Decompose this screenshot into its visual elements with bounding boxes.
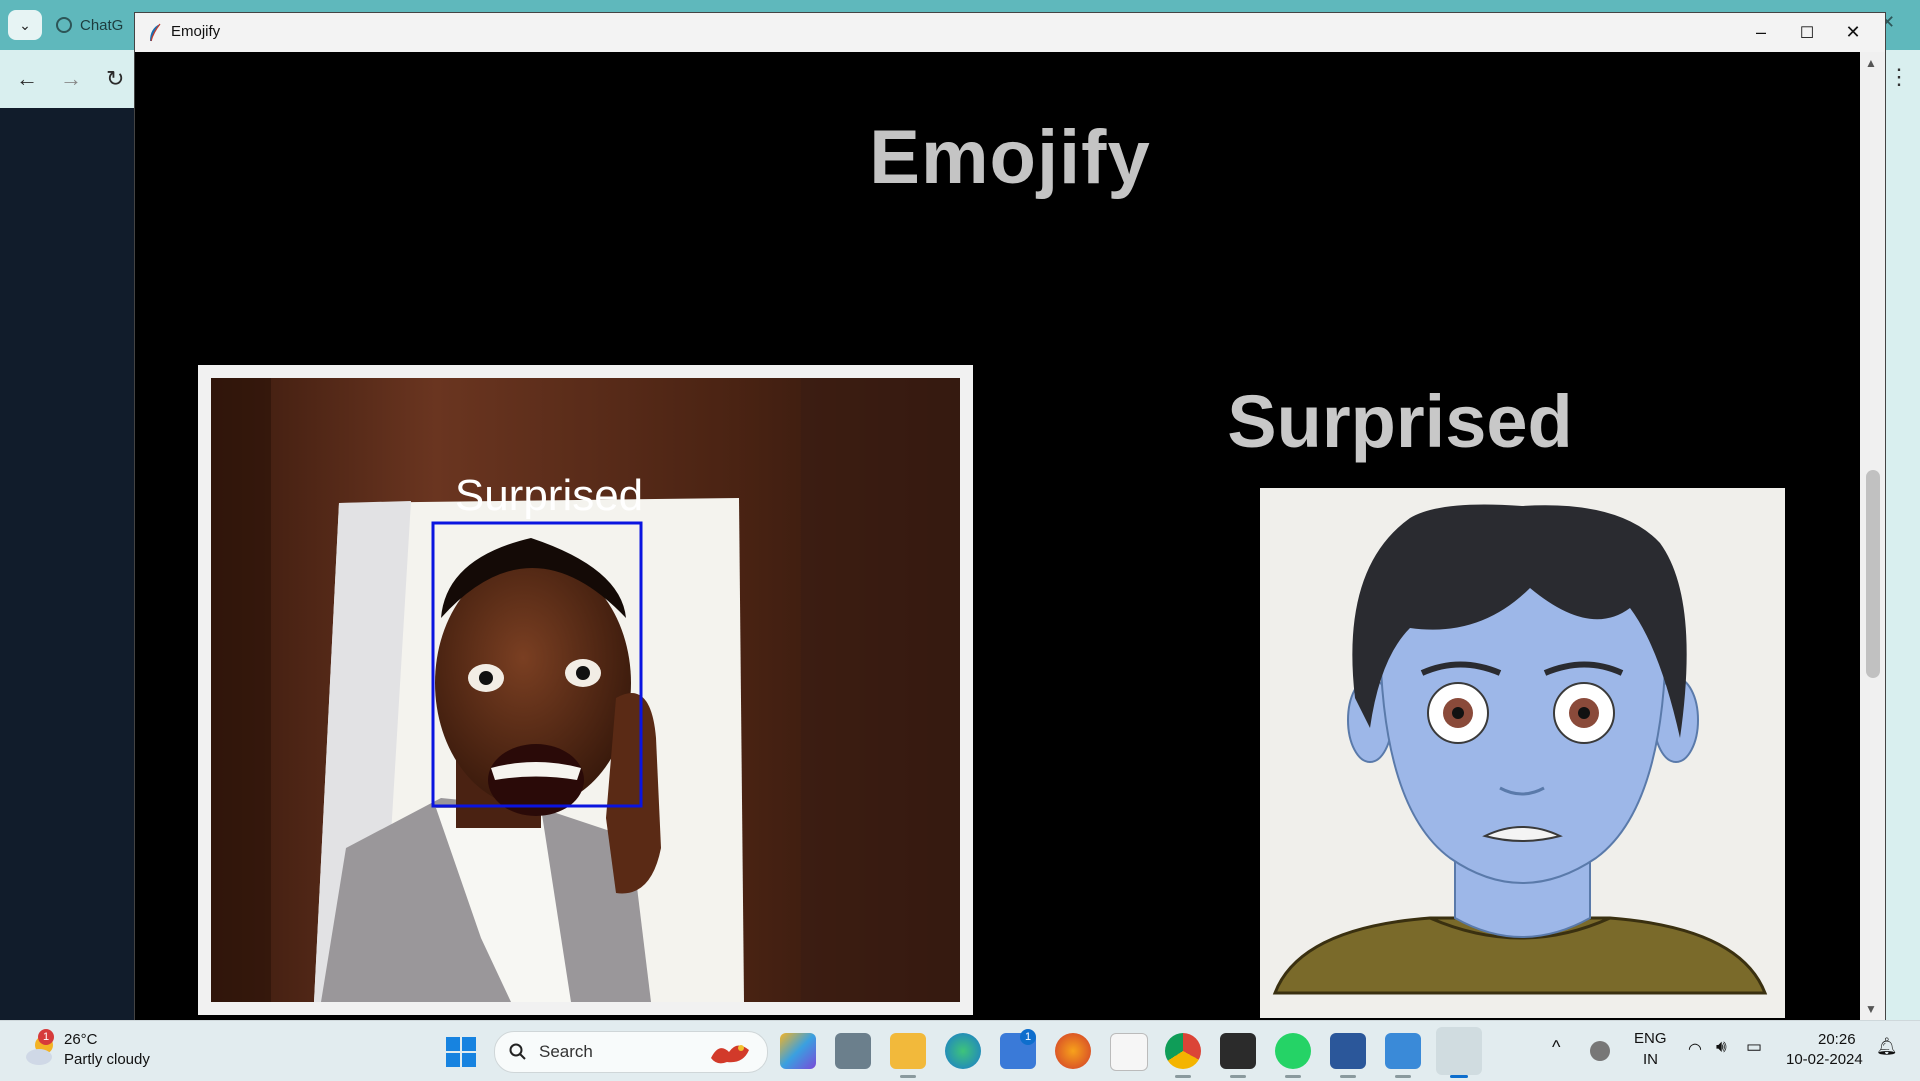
chrome-icon[interactable]	[1165, 1033, 1201, 1069]
tab-search-dropdown-icon[interactable]: ⌄	[8, 10, 42, 40]
clock-date[interactable]: 10-02-2024	[1786, 1051, 1863, 1068]
terminal-icon[interactable]	[1220, 1033, 1256, 1069]
search-icon	[509, 1043, 526, 1060]
browser-tab-chatgpt[interactable]: ChatG	[56, 8, 146, 42]
chrome-running-indicator	[1175, 1075, 1191, 1078]
whatsapp-icon[interactable]	[1275, 1033, 1311, 1069]
file-explorer-icon[interactable]	[890, 1033, 926, 1069]
scroll-down-arrow-icon[interactable]: ▼	[1865, 1002, 1877, 1016]
amazon-icon[interactable]	[1110, 1033, 1148, 1071]
python-app-running-indicator	[1395, 1075, 1411, 1078]
reload-icon[interactable]: ↻	[106, 66, 124, 92]
window-title: Emojify	[171, 23, 221, 40]
back-arrow-icon[interactable]: ←	[16, 66, 38, 92]
scroll-up-arrow-icon[interactable]: ▲	[1865, 56, 1877, 70]
file-explorer-running-indicator	[900, 1075, 916, 1078]
windows-start-icon[interactable]	[446, 1037, 476, 1067]
onedrive-offline-icon[interactable]	[1590, 1041, 1610, 1061]
browser-right-strip	[1885, 50, 1920, 1020]
camera-feed-image: Surprised	[211, 378, 960, 1002]
edge-browser-icon[interactable]	[945, 1033, 981, 1069]
detected-emotion-label: Surprised	[1227, 380, 1573, 463]
camera-feed-frame: Surprised	[198, 365, 973, 1015]
weather-condition[interactable]: Partly cloudy	[64, 1051, 150, 1068]
weather-alert-badge: 1	[38, 1029, 54, 1045]
close-button[interactable]: ✕	[1830, 13, 1876, 52]
clock-time[interactable]: 20:26	[1818, 1031, 1856, 1048]
input-region[interactable]: IN	[1643, 1051, 1658, 1068]
browser-page-sidebar	[0, 108, 135, 1020]
notification-bell-icon[interactable]: 🔔︎	[1876, 1037, 1898, 1057]
emoji-avatar-frame	[1260, 488, 1785, 1018]
minimize-button[interactable]: –	[1738, 13, 1784, 52]
emojify-taskbar-button[interactable]	[1436, 1027, 1482, 1075]
input-language[interactable]: ENG	[1634, 1030, 1667, 1047]
terminal-running-indicator	[1230, 1075, 1246, 1078]
feather-icon	[150, 23, 161, 42]
app-canvas: Emojify Surprised Surprised	[135, 52, 1885, 1020]
browser-tab-label: ChatG	[80, 16, 124, 34]
battery-icon[interactable]: ▭	[1746, 1037, 1762, 1057]
browser-menu-icon[interactable]: ⋮	[1888, 64, 1910, 90]
search-highlight-dragon-icon	[711, 1045, 749, 1064]
chatgpt-favicon-icon	[56, 17, 72, 33]
whatsapp-running-indicator	[1285, 1075, 1301, 1078]
emojify-active-indicator	[1450, 1075, 1468, 1078]
taskbar: 1 26°C Partly cloudy Search 1 ^ ENG IN ◠…	[0, 1020, 1920, 1081]
window-titlebar[interactable]: Emojify – ☐ ✕	[135, 13, 1885, 52]
maximize-button[interactable]: ☐	[1784, 13, 1830, 52]
firefox-icon[interactable]	[1055, 1033, 1091, 1069]
app-heading: Emojify	[869, 115, 1151, 200]
taskbar-search-box[interactable]: Search	[494, 1031, 768, 1073]
word-icon[interactable]	[1330, 1033, 1366, 1069]
show-hidden-icons-chevron-icon[interactable]: ^	[1552, 1037, 1560, 1058]
forward-arrow-icon[interactable]: →	[60, 66, 82, 92]
python-app-icon[interactable]	[1385, 1033, 1421, 1069]
word-running-indicator	[1340, 1075, 1356, 1078]
camera-overlay-label: Surprised	[455, 471, 643, 520]
vertical-scrollbar[interactable]: ▲ ▼	[1860, 52, 1885, 1020]
wifi-icon[interactable]: ◠	[1688, 1039, 1702, 1059]
task-view-icon[interactable]	[835, 1033, 871, 1069]
scroll-thumb[interactable]	[1866, 470, 1880, 678]
search-label: Search	[539, 1042, 593, 1061]
emoji-avatar-image	[1272, 500, 1773, 1006]
volume-icon[interactable]: 🔊︎	[1716, 1037, 1727, 1057]
weather-temperature[interactable]: 26°C	[64, 1031, 98, 1048]
store-notification-badge: 1	[1020, 1029, 1036, 1045]
emojify-window: Emojify – ☐ ✕ Emojify Surprised Surprise…	[135, 13, 1885, 1020]
copilot-icon[interactable]	[780, 1033, 816, 1069]
